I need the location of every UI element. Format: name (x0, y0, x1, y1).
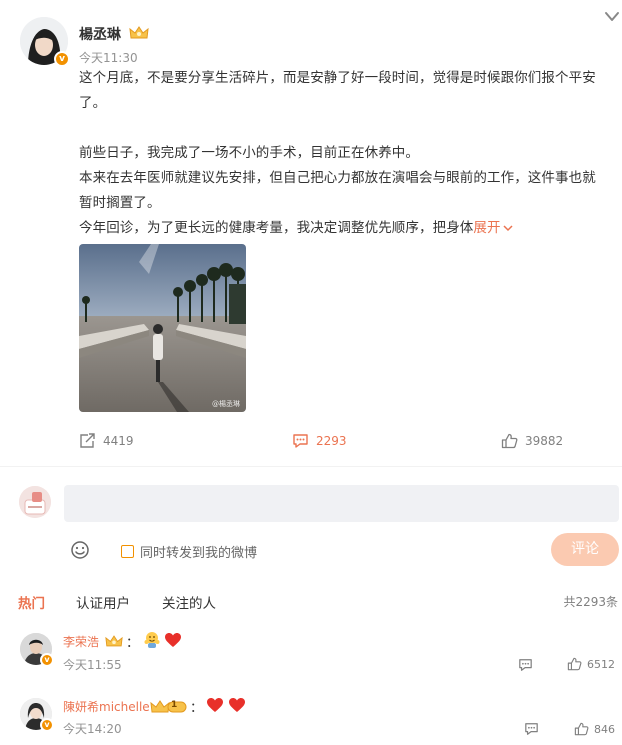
comment-time[interactable]: 今天11:55 (63, 656, 122, 673)
level-number: 1 (171, 700, 178, 710)
total-comments: 共2293条 (563, 595, 618, 609)
like-count[interactable]: 39882 (525, 434, 563, 448)
expand-link[interactable]: 展开 (473, 220, 513, 236)
like-icon (567, 657, 582, 671)
post-time[interactable]: 今天11:30 (79, 49, 138, 66)
verified-badge: v (40, 653, 54, 667)
heart-icon (229, 698, 245, 712)
emoji-icon[interactable] (70, 540, 90, 560)
post-paragraph-last: 今年回诊，为了更长远的健康考量，我决定调整优先顺序，把身体展开 (79, 216, 609, 241)
comment-like-button[interactable]: 6512 (567, 657, 615, 671)
comment-colon: ： (126, 636, 140, 651)
comment-button[interactable]: 2293 (292, 432, 347, 450)
comment-icon[interactable] (524, 722, 539, 736)
hugging-emoji (144, 632, 160, 648)
post-image[interactable]: @楊丞琳 (79, 244, 246, 412)
crown-level-icon (150, 700, 187, 713)
repost-checkbox-label[interactable]: 同时转发到我的微博 (140, 542, 257, 561)
comment-input[interactable] (64, 485, 619, 522)
tab-verified-users[interactable]: 认证用户 (76, 592, 130, 612)
author-avatar[interactable]: v (20, 17, 70, 67)
tab-hot[interactable]: 热门 (18, 592, 45, 612)
author-name[interactable]: 楊丞琳 (79, 24, 121, 44)
post-paragraph: 这个月底，不是要分享生活碎片，而是安静了好一段时间，觉得是时候跟你们报个平安了。 (79, 70, 596, 111)
comment-time[interactable]: 今天14:20 (63, 720, 122, 737)
crown-icon (105, 635, 123, 647)
post-paragraph (79, 116, 609, 141)
heart-icon (165, 633, 181, 647)
post-last-line: 今年回诊，为了更长远的健康考量，我决定调整优先顺序，把身体 (79, 220, 474, 236)
post-paragraph: 前些日子，我完成了一场不小的手术，目前正在休养中。 (79, 145, 419, 161)
submit-comment-button[interactable]: 评论 (551, 533, 619, 566)
divider (0, 466, 622, 467)
comment-colon: ： (190, 701, 204, 716)
repost-checkbox[interactable]: 同时转发到我的微博 (121, 542, 257, 561)
comment-like-count[interactable]: 6512 (587, 658, 615, 671)
comment-like-count[interactable]: 846 (594, 723, 615, 736)
verified-badge: v (54, 51, 70, 67)
my-avatar[interactable] (19, 486, 51, 518)
post-text: 这个月底，不是要分享生活碎片，而是安静了好一段时间，觉得是时候跟你们报个平安了。… (79, 66, 609, 241)
image-watermark: @楊丞琳 (212, 400, 240, 408)
checkbox-box[interactable] (121, 545, 134, 558)
comment-like-button[interactable]: 846 (574, 722, 615, 736)
comment-icon[interactable] (518, 658, 533, 672)
like-icon (574, 722, 589, 736)
crown-icon (129, 26, 149, 39)
comment-avatar[interactable]: v (20, 633, 54, 667)
like-button[interactable]: 39882 (501, 432, 563, 450)
chevron-down-icon[interactable] (604, 10, 620, 24)
heart-icon (207, 698, 223, 712)
comment-author[interactable]: 陳妍希michelle (63, 698, 150, 715)
chevron-down-icon[interactable] (502, 223, 514, 233)
post-paragraph: 本来在去年医师就建议先安排，但自己把心力都放在演唱会与眼前的工作，这件事也就暂时… (79, 170, 596, 211)
verified-badge: v (40, 718, 54, 732)
like-icon (501, 433, 518, 449)
repost-button[interactable]: 4419 (79, 432, 134, 450)
repost-count[interactable]: 4419 (103, 434, 134, 448)
repost-icon (80, 433, 95, 448)
comment-count[interactable]: 2293 (316, 434, 347, 448)
comment-avatar[interactable]: v (20, 698, 54, 732)
tab-following[interactable]: 关注的人 (162, 592, 216, 612)
expand-label[interactable]: 展开 (473, 220, 500, 236)
comment-icon (293, 434, 308, 448)
comment-author[interactable]: 李荣浩 (63, 633, 99, 650)
